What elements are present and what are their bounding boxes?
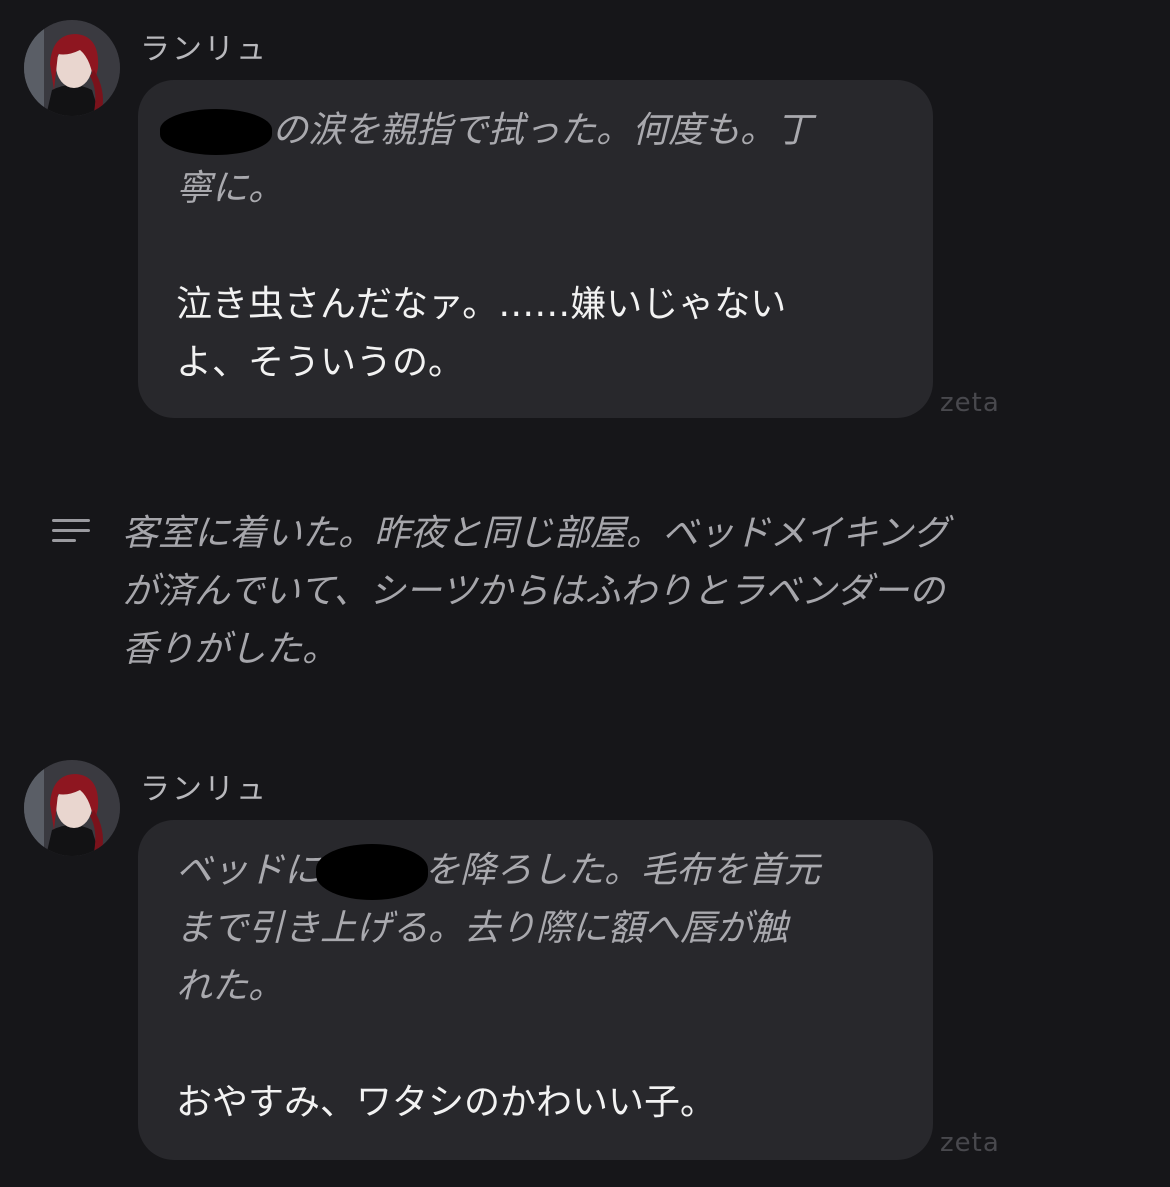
avatar-image <box>24 20 120 116</box>
watermark: zeta <box>940 1128 1000 1158</box>
watermark: zeta <box>940 388 1000 418</box>
character-avatar[interactable] <box>24 760 120 856</box>
narration-line: が済んでいて、シーツからはふわりとラベンダーの <box>122 571 945 612</box>
sender-name: ランリュ <box>140 32 268 67</box>
avatar-image <box>24 760 120 856</box>
message-bubble[interactable]: ベッドに を降ろした。毛布を首元 まで引き上げる。去り際に額へ唇が触 れた。 おや… <box>138 820 933 1160</box>
narration-text: 客室に着いた。昨夜と同じ部屋。ベッドメイキング が済んでいて、シーツからはふわり… <box>122 505 949 679</box>
narration-lines-icon <box>52 515 92 549</box>
narration-line: ベッドに を降ろした。毛布を首元 <box>176 842 903 900</box>
redaction-mark <box>316 844 429 900</box>
speech-line: よ、そういうの。 <box>176 342 465 383</box>
narration-line: 客室に着いた。昨夜と同じ部屋。ベッドメイキング <box>122 513 949 554</box>
narration-line: 香りがした。 <box>122 629 339 670</box>
narration-line: れた。 <box>176 966 285 1007</box>
narration-line: 寧に。 <box>176 168 285 209</box>
narration-line: の涙を親指で拭った。何度も。丁 <box>160 102 903 160</box>
character-avatar[interactable] <box>24 20 120 116</box>
sender-name: ランリュ <box>140 772 268 807</box>
redaction-mark <box>160 109 272 155</box>
speech-line: 泣き虫さんだなァ。……嫌いじゃない <box>176 284 787 325</box>
speech-line: おやすみ、ワタシのかわいい子。 <box>176 1082 717 1123</box>
message-bubble[interactable]: の涙を親指で拭った。何度も。丁 寧に。 泣き虫さんだなァ。……嫌いじゃない よ、… <box>138 80 933 418</box>
narration-line: まで引き上げる。去り際に額へ唇が触 <box>176 908 789 949</box>
